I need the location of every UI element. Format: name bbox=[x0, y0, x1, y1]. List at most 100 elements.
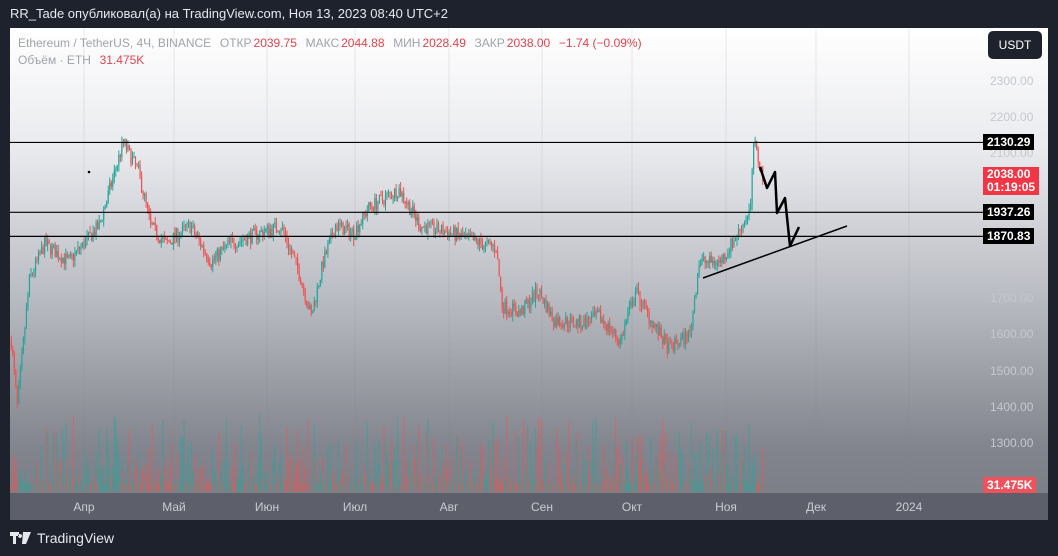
volume-bar bbox=[136, 458, 138, 492]
volume-bar bbox=[237, 480, 240, 492]
candle-body bbox=[353, 229, 355, 240]
volume-bar bbox=[375, 483, 377, 492]
volume-bar bbox=[212, 450, 214, 492]
candle-body bbox=[210, 265, 212, 268]
volume-bar bbox=[683, 481, 685, 492]
candle-body bbox=[636, 288, 638, 292]
volume-bar bbox=[306, 483, 308, 492]
candle-body bbox=[513, 303, 515, 307]
candle-body bbox=[443, 231, 446, 235]
change-value: −1.74 (−0.09%) bbox=[558, 36, 642, 50]
candle-body bbox=[253, 228, 255, 230]
tradingview-brand[interactable]: TradingView bbox=[10, 530, 114, 546]
volume-bar bbox=[28, 481, 31, 492]
volume-bar bbox=[243, 482, 246, 492]
volume-bar bbox=[489, 446, 491, 492]
candle-body bbox=[596, 310, 599, 313]
volume-bar bbox=[706, 432, 708, 492]
candle-body bbox=[33, 271, 35, 275]
candle-body bbox=[283, 227, 285, 233]
candle-body bbox=[546, 303, 549, 312]
candle-body bbox=[75, 250, 78, 253]
candle-body bbox=[390, 193, 393, 199]
candle-body bbox=[646, 308, 649, 312]
symbol-title[interactable]: Ethereum / TetherUS, 4Ч, BINANCE bbox=[18, 36, 211, 50]
volume-bar bbox=[34, 466, 37, 492]
candle-body bbox=[736, 237, 738, 240]
volume-bar bbox=[95, 451, 97, 492]
volume-bar bbox=[512, 483, 514, 492]
candle-body bbox=[486, 241, 488, 243]
candle-body bbox=[731, 238, 734, 248]
volume-bar bbox=[430, 483, 432, 492]
time-axis-label: Дек bbox=[805, 500, 827, 514]
volume-bar bbox=[663, 465, 665, 492]
volume-bar bbox=[718, 473, 720, 492]
candle-body bbox=[347, 224, 349, 228]
volume-bar bbox=[236, 478, 238, 492]
candle-body bbox=[501, 289, 503, 309]
candle-body bbox=[22, 338, 24, 354]
candle-body bbox=[400, 188, 402, 197]
candle-body bbox=[225, 244, 228, 246]
volume-bar bbox=[733, 483, 735, 492]
volume-bar bbox=[692, 479, 694, 492]
candle-body bbox=[25, 308, 28, 329]
volume-bar bbox=[92, 483, 94, 492]
volume-bar bbox=[612, 475, 614, 492]
candle-body bbox=[365, 213, 367, 217]
low-label: МИН bbox=[393, 36, 421, 50]
close-label: ЗАКР bbox=[474, 36, 505, 50]
candle-body bbox=[348, 224, 350, 238]
volume-bar bbox=[609, 478, 611, 492]
candle-body bbox=[343, 226, 346, 235]
volume-bar bbox=[77, 483, 79, 492]
candle-body bbox=[578, 316, 581, 328]
candle-body bbox=[48, 240, 50, 244]
candle-body bbox=[278, 231, 281, 233]
volume-bar bbox=[712, 448, 714, 492]
candle-body bbox=[47, 240, 49, 246]
volume-bar bbox=[559, 443, 561, 492]
close-value: 2038.00 bbox=[506, 36, 551, 50]
volume-bar bbox=[245, 483, 247, 492]
candle-body bbox=[359, 225, 361, 233]
volume-bar bbox=[75, 471, 78, 492]
candle-body bbox=[733, 240, 735, 248]
volume-bar bbox=[94, 477, 96, 492]
candle-body bbox=[465, 234, 467, 236]
volume-bar bbox=[593, 481, 596, 492]
volume-bar bbox=[360, 471, 362, 492]
volume-bar bbox=[596, 483, 599, 492]
candle-body bbox=[521, 306, 523, 314]
candle-body bbox=[656, 324, 658, 327]
candle-body bbox=[730, 238, 732, 253]
volume-bar bbox=[672, 483, 674, 492]
candle-body bbox=[439, 232, 441, 234]
candle-body bbox=[109, 182, 111, 191]
candle-body bbox=[139, 164, 141, 176]
volume-bar bbox=[737, 480, 740, 492]
volume-bar bbox=[406, 458, 408, 492]
candle-body bbox=[50, 243, 52, 255]
candle-body bbox=[575, 319, 577, 326]
candle-body bbox=[478, 238, 481, 246]
candle-body bbox=[601, 319, 603, 322]
candle-body bbox=[224, 245, 226, 249]
volume-bar bbox=[743, 446, 746, 492]
candle-body bbox=[480, 238, 482, 244]
currency-button[interactable]: USDT bbox=[988, 31, 1042, 59]
candle-body bbox=[496, 252, 499, 260]
volume-bar bbox=[25, 482, 28, 492]
volume-bar bbox=[234, 442, 237, 492]
volume-bar bbox=[730, 474, 732, 492]
candle-body bbox=[381, 195, 384, 201]
candle-body bbox=[140, 175, 143, 192]
volume-bar bbox=[222, 483, 224, 492]
volume-bar bbox=[686, 484, 688, 492]
candle-body bbox=[345, 226, 347, 228]
candle-body bbox=[640, 305, 643, 307]
candle-body bbox=[686, 332, 688, 343]
volume-bar bbox=[174, 483, 176, 492]
candle-body bbox=[297, 258, 299, 269]
